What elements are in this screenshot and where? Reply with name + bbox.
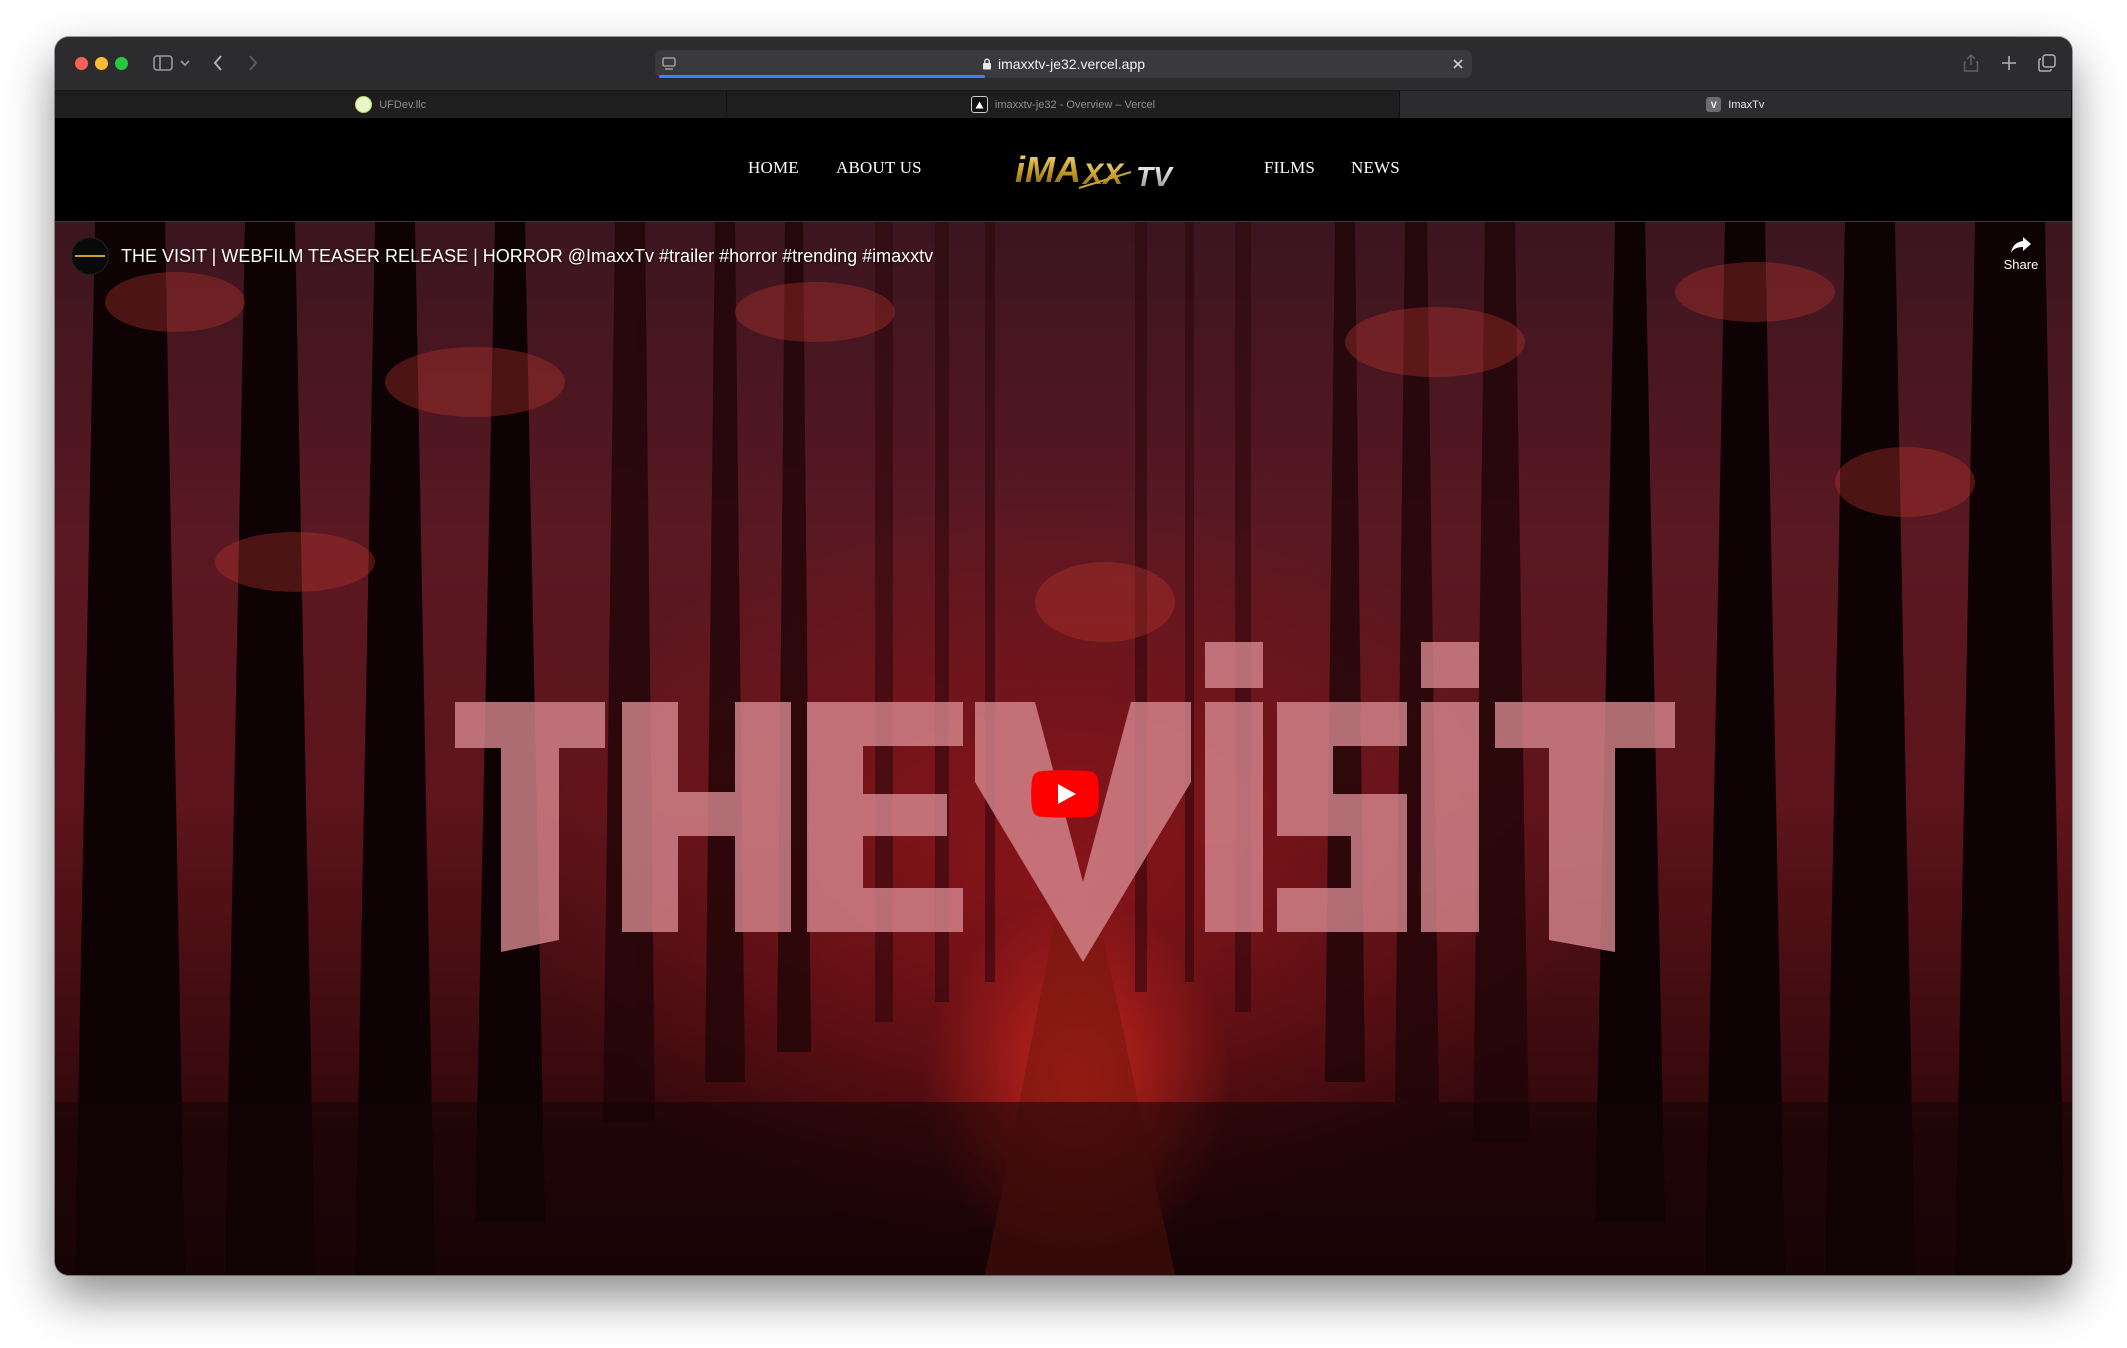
tab-bar: UFDev.llc imaxxtv-je32 - Overview – Verc… <box>55 91 2072 118</box>
nav-home-link[interactable]: HOME <box>748 158 799 178</box>
share-arrow-icon <box>2011 237 2031 253</box>
video-title[interactable]: THE VISIT | WEBFILM TEASER RELEASE | HOR… <box>121 246 933 267</box>
video-title-row: THE VISIT | WEBFILM TEASER RELEASE | HOR… <box>71 236 933 276</box>
v-favicon-icon: V <box>1706 97 1722 112</box>
the-visit-title-graphic <box>455 642 1675 962</box>
share-page-icon[interactable] <box>1961 52 1981 74</box>
share-button[interactable]: Share <box>2001 236 2041 272</box>
tab-label: imaxxtv-je32 - Overview – Vercel <box>994 98 1156 111</box>
maximize-window-button[interactable] <box>115 57 128 70</box>
site-navbar: HOME ABOUT US iMA XX TV FILMS NEWS <box>55 118 2072 222</box>
tab-ufdev[interactable]: UFDev.llc <box>55 91 728 118</box>
tab-label: UFDev.llc <box>379 98 427 111</box>
sidebar-icon[interactable] <box>152 53 174 73</box>
play-icon <box>1031 770 1099 818</box>
play-button[interactable] <box>1031 770 1099 818</box>
svg-text:iMA: iMA <box>1015 149 1081 190</box>
nav-news-link[interactable]: NEWS <box>1351 158 1400 178</box>
nav-films-link[interactable]: FILMS <box>1264 158 1315 178</box>
close-window-button[interactable] <box>75 57 88 70</box>
tab-label: ImaxTv <box>1728 98 1765 111</box>
chevron-down-icon[interactable] <box>179 55 191 71</box>
address-bar[interactable]: imaxxtv-je32.vercel.app <box>655 50 1472 78</box>
tab-overview-icon[interactable] <box>2037 53 2057 73</box>
tab-imaxtv[interactable]: V ImaxTv <box>1399 91 2072 118</box>
nav-about-link[interactable]: ABOUT US <box>836 158 922 178</box>
svg-text:TV: TV <box>1136 161 1174 192</box>
video-player[interactable]: THE VISIT | WEBFILM TEASER RELEASE | HOR… <box>55 222 2072 1275</box>
channel-avatar[interactable] <box>71 237 109 275</box>
green-circle-icon <box>355 96 373 113</box>
forward-arrow-icon[interactable] <box>245 52 261 74</box>
page-load-progress <box>659 75 985 78</box>
browser-toolbar: imaxxtv-je32.vercel.app <box>55 37 2072 91</box>
browser-window: imaxxtv-je32.vercel.app UFDev.llc imaxxt… <box>55 37 2072 1275</box>
tab-vercel-overview[interactable]: imaxxtv-je32 - Overview – Vercel <box>727 91 1400 118</box>
url-display[interactable]: imaxxtv-je32.vercel.app <box>655 50 1472 78</box>
minimize-window-button[interactable] <box>95 57 108 70</box>
share-label: Share <box>2003 257 2039 272</box>
vercel-triangle-icon <box>970 96 988 113</box>
url-text: imaxxtv-je32.vercel.app <box>997 56 1146 72</box>
new-tab-icon[interactable] <box>1999 53 2019 73</box>
imaxx-tv-logo[interactable]: iMA XX TV <box>1013 142 1183 198</box>
clear-url-icon[interactable] <box>1450 56 1466 72</box>
back-arrow-icon[interactable] <box>210 52 226 74</box>
